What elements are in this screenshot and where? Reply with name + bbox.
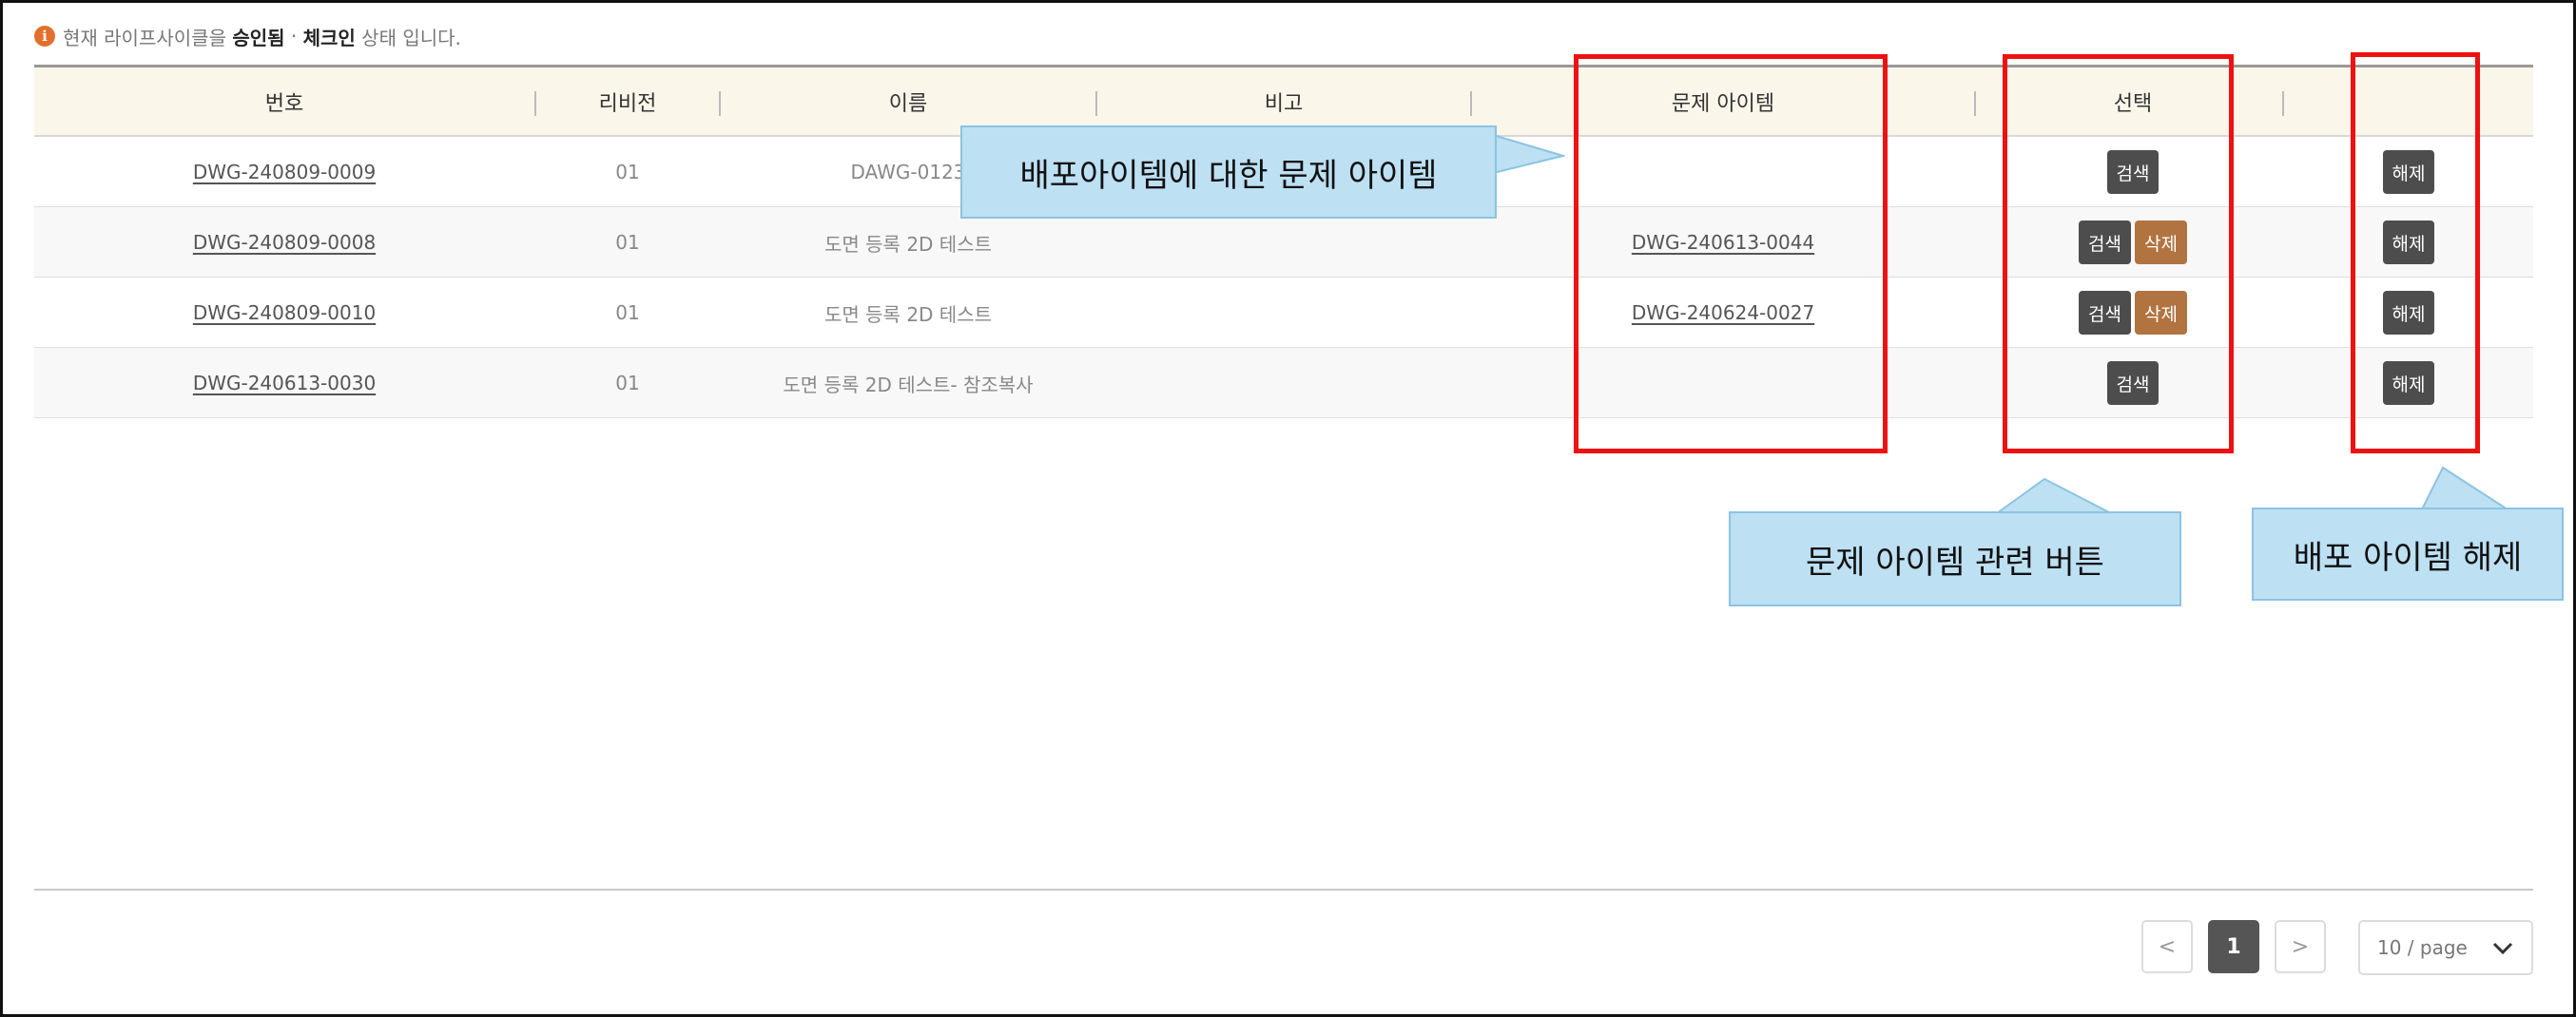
item-name: 도면 등록 2D 테스트- 참조복사 xyxy=(783,373,1034,396)
status-state: 체크인 xyxy=(302,26,356,49)
header-number: 번호 xyxy=(264,92,304,116)
chevron-down-icon xyxy=(2492,942,2513,955)
header-revision: 리비전 xyxy=(598,92,657,116)
table-footer-divider xyxy=(34,889,2533,891)
chevron-left-icon: < xyxy=(2158,934,2177,959)
item-number-link[interactable]: DWG-240809-0010 xyxy=(193,301,376,324)
next-page-button[interactable]: > xyxy=(2275,920,2326,973)
callout-pointer xyxy=(1493,133,1565,175)
highlight-select-column xyxy=(2003,54,2234,453)
info-icon: i xyxy=(34,26,55,47)
callout-pointer xyxy=(1995,477,2112,515)
highlight-problem-item-column xyxy=(1574,54,1888,453)
chevron-right-icon: > xyxy=(2291,934,2310,959)
item-revision: 01 xyxy=(615,161,640,183)
status-lifecycle: 승인됨 xyxy=(232,26,285,49)
item-number-link[interactable]: DWG-240613-0030 xyxy=(193,372,376,394)
page-size-select[interactable]: 10 / page xyxy=(2358,920,2533,975)
item-revision: 01 xyxy=(615,301,640,324)
lifecycle-status: i 현재 라이프사이클 을 승인됨 · 체크인 상태 입니다. xyxy=(34,21,461,51)
status-prefix: 현재 라이프사이클 xyxy=(63,26,209,49)
page-size-value: 10 / page xyxy=(2377,936,2468,959)
callout-problem-buttons: 문제 아이템 관련 버튼 xyxy=(1729,511,2181,606)
status-suffix: 상태 입니다. xyxy=(361,26,461,49)
item-number-link[interactable]: DWG-240809-0009 xyxy=(193,161,376,183)
prev-page-button[interactable]: < xyxy=(2141,920,2193,973)
item-number-link[interactable]: DWG-240809-0008 xyxy=(193,231,376,254)
item-revision: 01 xyxy=(615,231,640,254)
callout-problem-item: 배포아이템에 대한 문제 아이템 xyxy=(960,125,1497,219)
item-name: 도면 등록 2D 테스트 xyxy=(824,302,992,326)
page-1-button[interactable]: 1 xyxy=(2208,920,2259,973)
highlight-release-column xyxy=(2351,52,2480,453)
status-postposition: 을 xyxy=(208,26,226,49)
item-revision: 01 xyxy=(615,372,640,394)
callout-release-item: 배포 아이템 해제 xyxy=(2252,508,2564,601)
callout-pointer xyxy=(2420,466,2511,511)
